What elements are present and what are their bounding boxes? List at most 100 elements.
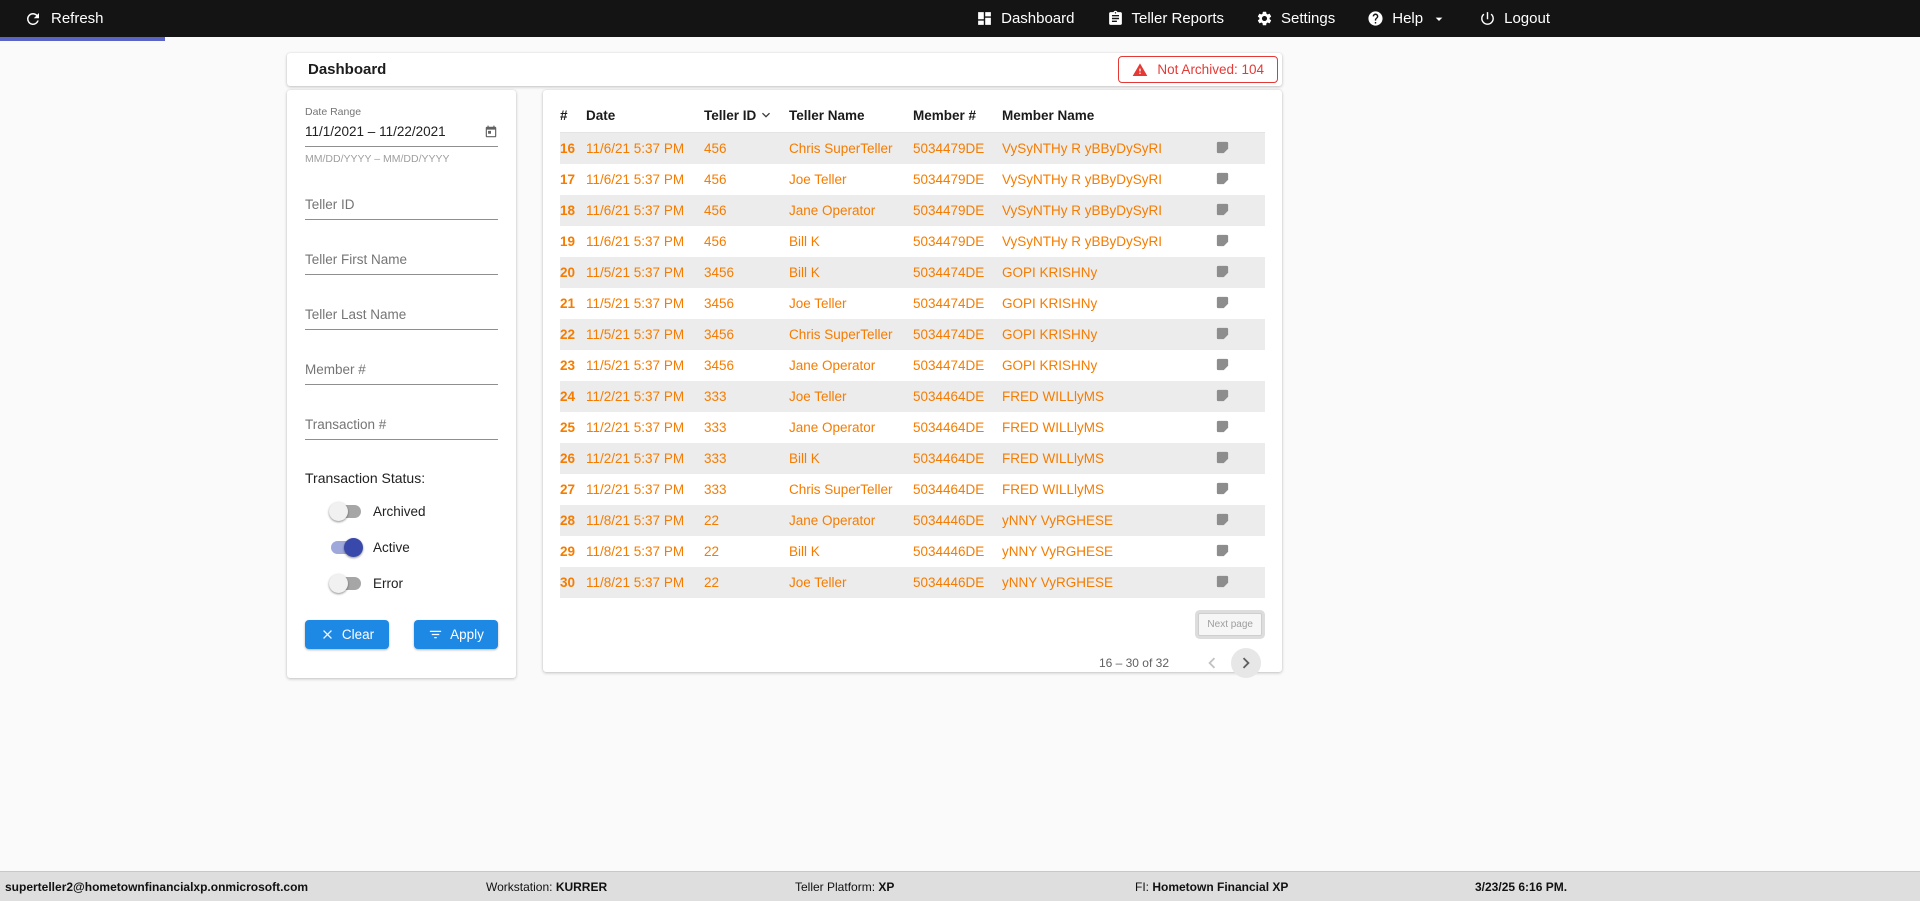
toggle-active[interactable]: Active [331, 536, 498, 558]
col-teller-name[interactable]: Teller Name [789, 102, 913, 133]
row-teller-id: 456 [704, 172, 727, 187]
row-note-cell[interactable] [1213, 288, 1265, 319]
table-row[interactable]: 20 11/5/21 5:37 PM 3456 Bill K 5034474DE… [560, 257, 1265, 288]
next-page-button[interactable]: Next page [1198, 613, 1262, 636]
toggle-error[interactable]: Error [329, 572, 498, 594]
table-row[interactable]: 23 11/5/21 5:37 PM 3456 Jane Operator 50… [560, 350, 1265, 381]
note-icon[interactable] [1215, 202, 1230, 217]
row-number: 28 [560, 513, 576, 528]
row-teller-id: 333 [704, 420, 727, 435]
teller-last-name-input[interactable] [305, 301, 498, 330]
table-row[interactable]: 29 11/8/21 5:37 PM 22 Bill K 5034446DE y… [560, 536, 1265, 567]
row-number: 16 [560, 141, 576, 156]
note-icon[interactable] [1215, 233, 1230, 248]
note-icon[interactable] [1215, 140, 1230, 155]
teller-id-input[interactable] [305, 191, 498, 220]
row-date: 11/6/21 5:37 PM [586, 234, 685, 249]
current-datetime: 3/23/25 6:16 PM. [1475, 880, 1568, 894]
note-icon[interactable] [1215, 264, 1230, 279]
note-icon[interactable] [1215, 481, 1230, 496]
not-archived-label: Not Archived: 104 [1157, 62, 1264, 77]
apply-button[interactable]: Apply [414, 620, 498, 649]
table-row[interactable]: 22 11/5/21 5:37 PM 3456 Chris SuperTelle… [560, 319, 1265, 350]
teller-first-name-input[interactable] [305, 246, 498, 275]
archived-switch[interactable] [329, 501, 361, 521]
note-icon[interactable] [1215, 512, 1230, 527]
transaction-number-input[interactable] [305, 411, 498, 440]
table-row[interactable]: 17 11/6/21 5:37 PM 456 Joe Teller 503447… [560, 164, 1265, 195]
row-note-cell[interactable] [1213, 536, 1265, 567]
refresh-button[interactable]: Refresh [0, 0, 128, 37]
col-number[interactable]: # [560, 102, 586, 133]
row-note-cell[interactable] [1213, 350, 1265, 381]
calendar-icon[interactable] [484, 125, 498, 139]
row-member-number: 5034464DE [913, 482, 985, 497]
col-member-name[interactable]: Member Name [1002, 102, 1213, 133]
row-note-cell[interactable] [1213, 505, 1265, 536]
member-number-input[interactable] [305, 356, 498, 385]
previous-page-chevron[interactable] [1201, 652, 1223, 674]
row-note-cell[interactable] [1213, 381, 1265, 412]
date-range-input[interactable] [305, 118, 498, 147]
row-member-name: FRED WILLlyMS [1002, 420, 1105, 435]
nav-settings[interactable]: Settings [1256, 10, 1335, 27]
nav-help-label: Help [1392, 10, 1424, 27]
date-range-label: Date Range [305, 106, 362, 118]
table-row[interactable]: 26 11/2/21 5:37 PM 333 Bill K 5034464DE … [560, 443, 1265, 474]
row-teller-name: Joe Teller [789, 296, 847, 311]
note-icon[interactable] [1215, 419, 1230, 434]
col-date[interactable]: Date [586, 102, 704, 133]
row-note-cell[interactable] [1213, 412, 1265, 443]
nav-teller-reports[interactable]: Teller Reports [1107, 10, 1224, 27]
row-note-cell[interactable] [1213, 195, 1265, 226]
note-icon[interactable] [1215, 295, 1230, 310]
note-icon[interactable] [1215, 388, 1230, 403]
clear-button[interactable]: Clear [305, 620, 389, 649]
row-number: 29 [560, 544, 576, 559]
nav-help[interactable]: Help [1367, 10, 1447, 27]
platform-label: Teller Platform: [795, 880, 876, 894]
table-row[interactable]: 28 11/8/21 5:37 PM 22 Jane Operator 5034… [560, 505, 1265, 536]
table-row[interactable]: 24 11/2/21 5:37 PM 333 Joe Teller 503446… [560, 381, 1265, 412]
row-number: 23 [560, 358, 576, 373]
table-row[interactable]: 16 11/6/21 5:37 PM 456 Chris SuperTeller… [560, 133, 1265, 164]
reports-icon [1107, 10, 1124, 27]
row-date: 11/2/21 5:37 PM [586, 451, 685, 466]
not-archived-badge[interactable]: Not Archived: 104 [1118, 56, 1278, 83]
table-row[interactable]: 19 11/6/21 5:37 PM 456 Bill K 5034479DE … [560, 226, 1265, 257]
row-note-cell[interactable] [1213, 133, 1265, 164]
toggle-archived[interactable]: Archived [329, 500, 498, 522]
table-row[interactable]: 18 11/6/21 5:37 PM 456 Jane Operator 503… [560, 195, 1265, 226]
top-navigation: Dashboard Teller Reports Settings Help L… [976, 0, 1550, 37]
row-note-cell[interactable] [1213, 567, 1265, 598]
active-switch[interactable] [331, 537, 363, 557]
row-note-cell[interactable] [1213, 319, 1265, 350]
note-icon[interactable] [1215, 326, 1230, 341]
table-row[interactable]: 27 11/2/21 5:37 PM 333 Chris SuperTeller… [560, 474, 1265, 505]
col-teller-id[interactable]: Teller ID [704, 102, 789, 133]
row-note-cell[interactable] [1213, 164, 1265, 195]
table-body: 16 11/6/21 5:37 PM 456 Chris SuperTeller… [560, 133, 1265, 598]
note-icon[interactable] [1215, 450, 1230, 465]
row-member-name: VySyNTHy R yBByDySyRI [1002, 234, 1163, 249]
next-page-chevron[interactable] [1231, 648, 1261, 678]
col-member-number[interactable]: Member # [913, 102, 1002, 133]
table-row[interactable]: 30 11/8/21 5:37 PM 22 Joe Teller 5034446… [560, 567, 1265, 598]
note-icon[interactable] [1215, 357, 1230, 372]
row-date: 11/8/21 5:37 PM [586, 513, 685, 528]
row-note-cell[interactable] [1213, 257, 1265, 288]
nav-logout[interactable]: Logout [1479, 10, 1550, 27]
note-icon[interactable] [1215, 171, 1230, 186]
error-switch[interactable] [329, 573, 361, 593]
table-row[interactable]: 21 11/5/21 5:37 PM 3456 Joe Teller 50344… [560, 288, 1265, 319]
row-note-cell[interactable] [1213, 226, 1265, 257]
row-teller-name: Chris SuperTeller [789, 327, 893, 342]
nav-dashboard[interactable]: Dashboard [976, 10, 1075, 27]
row-note-cell[interactable] [1213, 443, 1265, 474]
note-icon[interactable] [1215, 543, 1230, 558]
row-member-number: 5034464DE [913, 420, 985, 435]
row-teller-id: 456 [704, 234, 727, 249]
table-row[interactable]: 25 11/2/21 5:37 PM 333 Jane Operator 503… [560, 412, 1265, 443]
row-note-cell[interactable] [1213, 474, 1265, 505]
note-icon[interactable] [1215, 574, 1230, 589]
